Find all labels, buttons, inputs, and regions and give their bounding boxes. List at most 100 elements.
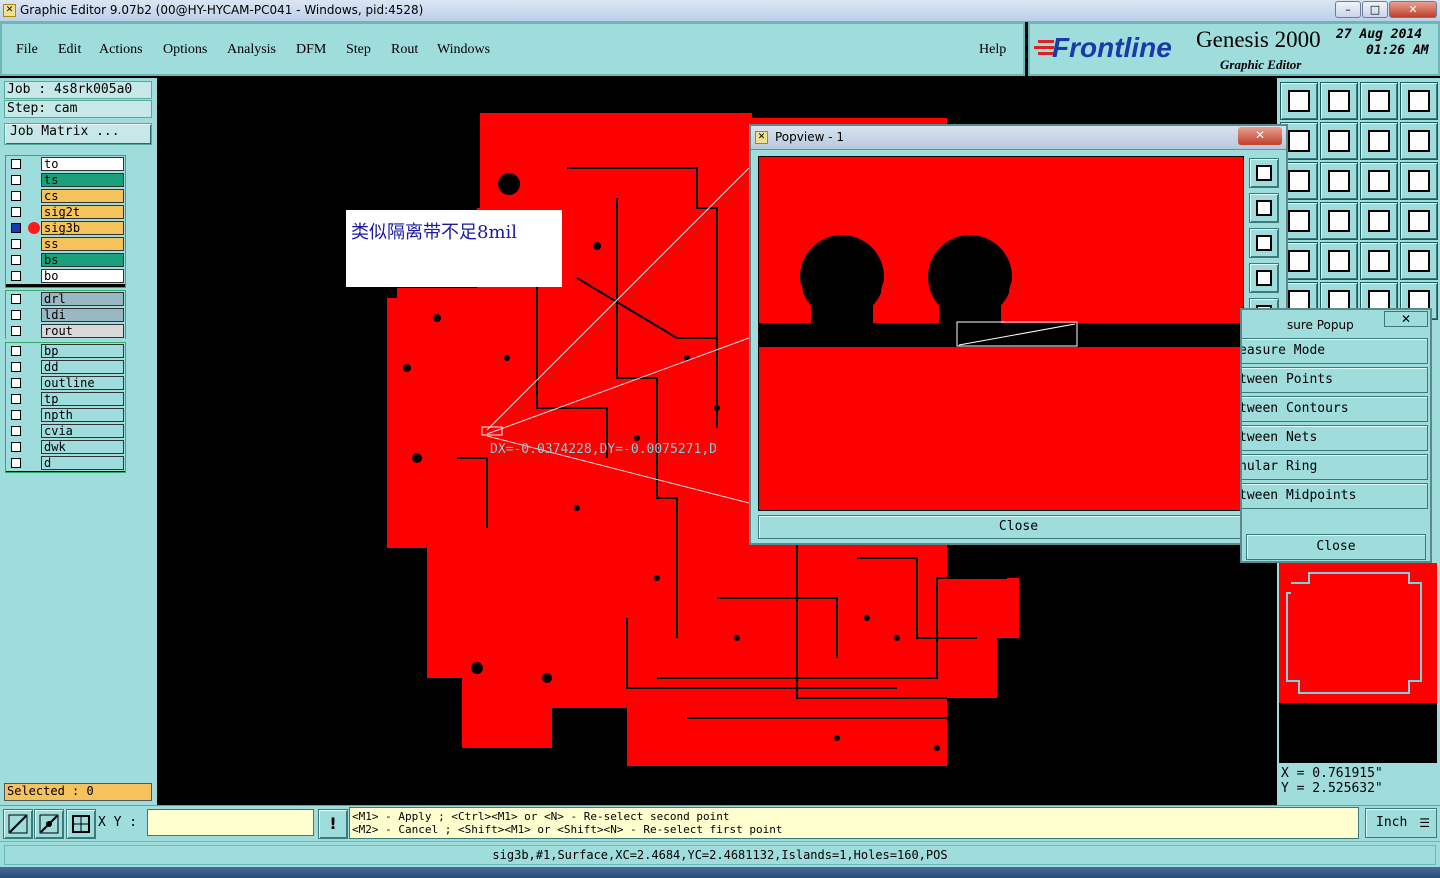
measure-option[interactable]: nular Ring	[1242, 454, 1428, 480]
layer-row-bp[interactable]: bp	[6, 343, 125, 359]
layer-checkbox[interactable]	[11, 346, 21, 356]
popview-icon: ✕	[755, 131, 768, 144]
pan-left-icon[interactable]	[1249, 263, 1279, 293]
net-icon[interactable]	[1360, 202, 1398, 240]
layer-row-ldi[interactable]: ldi	[6, 307, 125, 323]
rotate-icon[interactable]	[1400, 122, 1438, 160]
layer-checkbox[interactable]	[11, 426, 21, 436]
menu-actions[interactable]: Actions	[99, 42, 143, 58]
job-matrix-button[interactable]: Job Matrix ...	[4, 123, 152, 145]
layer-row-cs[interactable]: cs	[6, 188, 125, 204]
layer-row-to[interactable]: to	[6, 156, 125, 172]
popview-canvas[interactable]	[755, 156, 1245, 511]
layer-checkbox[interactable]	[11, 223, 21, 233]
menu-windows[interactable]: Windows	[437, 42, 490, 58]
menu-file[interactable]: File	[16, 42, 38, 58]
netlist-icon[interactable]	[1400, 202, 1438, 240]
layer-row-bs[interactable]: bs	[6, 252, 125, 268]
layer-name: sig2t	[41, 205, 124, 219]
open-icon[interactable]	[1280, 82, 1318, 120]
layer-row-ss[interactable]: ss	[6, 236, 125, 252]
window-icon[interactable]	[1400, 82, 1438, 120]
layer-checkbox[interactable]	[11, 294, 21, 304]
save-icon[interactable]	[1320, 82, 1358, 120]
alert-icon[interactable]: !	[318, 809, 348, 839]
job-name: Job : 4s8rk005a0	[4, 81, 152, 99]
layer-row-ts[interactable]: ts	[6, 172, 125, 188]
layer-checkbox[interactable]	[11, 271, 21, 281]
layer-checkbox[interactable]	[11, 191, 21, 201]
layer-row-outline[interactable]: outline	[6, 375, 125, 391]
units-selector[interactable]: Inch ☰	[1365, 808, 1437, 838]
layer-row-sig3b[interactable]: sig3b	[6, 220, 125, 236]
layer-checkbox[interactable]	[11, 410, 21, 420]
layer-row-rout[interactable]: rout	[6, 323, 125, 339]
layer-checkbox[interactable]	[11, 458, 21, 468]
erase-icon[interactable]	[1320, 242, 1358, 280]
layer-down-icon[interactable]	[1320, 122, 1358, 160]
measure-option[interactable]: tween Nets	[1242, 425, 1428, 451]
measure-option[interactable]: tween Contours	[1242, 396, 1428, 422]
close-icon[interactable]: ✕	[1389, 1, 1437, 18]
layer-row-cvia[interactable]: cvia	[6, 423, 125, 439]
help-icon[interactable]	[1400, 162, 1438, 200]
measure-option[interactable]: easure Mode	[1242, 338, 1428, 364]
menu-dfm[interactable]: DFM	[296, 42, 326, 58]
menu-analysis[interactable]: Analysis	[227, 42, 276, 58]
pan-up-icon[interactable]	[1249, 193, 1279, 223]
layer-row-dwk[interactable]: dwk	[6, 439, 125, 455]
brand-subtitle: Graphic Editor	[1220, 57, 1302, 72]
home-icon[interactable]	[1360, 82, 1398, 120]
layer-checkbox[interactable]	[11, 239, 21, 249]
scale-icon[interactable]	[1360, 162, 1398, 200]
layer-row-npth[interactable]: npth	[6, 407, 125, 423]
layer-checkbox[interactable]	[11, 378, 21, 388]
pan-down-icon[interactable]	[1249, 228, 1279, 258]
center-icon[interactable]	[1320, 162, 1358, 200]
menu-edit[interactable]: Edit	[58, 42, 81, 58]
ruler-icon[interactable]	[1360, 242, 1398, 280]
xy-input[interactable]	[147, 809, 314, 836]
layer-checkbox[interactable]	[11, 159, 21, 169]
menu-help[interactable]: Help	[979, 42, 1006, 58]
layer-row-tp[interactable]: tp	[6, 391, 125, 407]
measure-option[interactable]: tween Midpoints	[1242, 483, 1428, 509]
probe-icon[interactable]	[1320, 202, 1358, 240]
layer-row-drl[interactable]: drl	[6, 291, 125, 307]
grid-tool-icon[interactable]	[66, 809, 96, 839]
cursor-coordinates: X = 0.761915" Y = 2.525632"	[1279, 763, 1437, 803]
layer-row-d[interactable]: d	[6, 455, 125, 471]
maximize-icon[interactable]: □	[1362, 1, 1388, 18]
layer-checkbox[interactable]	[11, 362, 21, 372]
layer-name: tp	[41, 392, 124, 406]
menu-step[interactable]: Step	[346, 42, 371, 58]
layer-checkbox[interactable]	[11, 326, 21, 336]
flip-icon[interactable]	[1360, 122, 1398, 160]
layer-checkbox[interactable]	[11, 207, 21, 217]
layer-checkbox[interactable]	[11, 310, 21, 320]
minimize-icon[interactable]: –	[1335, 1, 1361, 18]
layer-checkbox[interactable]	[11, 442, 21, 452]
zoom-tool-icon[interactable]	[3, 809, 33, 839]
measure-tool-icon[interactable]	[34, 809, 64, 839]
snap-icon[interactable]	[1400, 242, 1438, 280]
menu-rout[interactable]: Rout	[391, 42, 418, 58]
layer-row-sig2t[interactable]: sig2t	[6, 204, 125, 220]
measure-close-button[interactable]: Close	[1246, 534, 1426, 560]
popview-close-icon[interactable]: ✕	[1238, 127, 1282, 145]
layer-row-dd[interactable]: dd	[6, 359, 125, 375]
layer-name: outline	[41, 376, 124, 390]
layer-checkbox[interactable]	[11, 255, 21, 265]
zoom-fit-icon[interactable]	[1249, 158, 1279, 188]
layer-name: bp	[41, 344, 124, 358]
popview-window: ✕ Popview - 1 ✕ Close	[749, 124, 1288, 545]
coord-x: X = 0.761915"	[1281, 766, 1383, 781]
layer-row-bo[interactable]: bo	[6, 268, 125, 284]
menu-options[interactable]: Options	[163, 42, 207, 58]
overview-map[interactable]	[1279, 563, 1437, 703]
popview-close-button[interactable]: Close	[758, 515, 1279, 539]
layer-checkbox[interactable]	[11, 394, 21, 404]
layer-checkbox[interactable]	[11, 175, 21, 185]
measure-popup-close-icon[interactable]: ✕	[1384, 311, 1428, 327]
measure-option[interactable]: tween Points	[1242, 367, 1428, 393]
